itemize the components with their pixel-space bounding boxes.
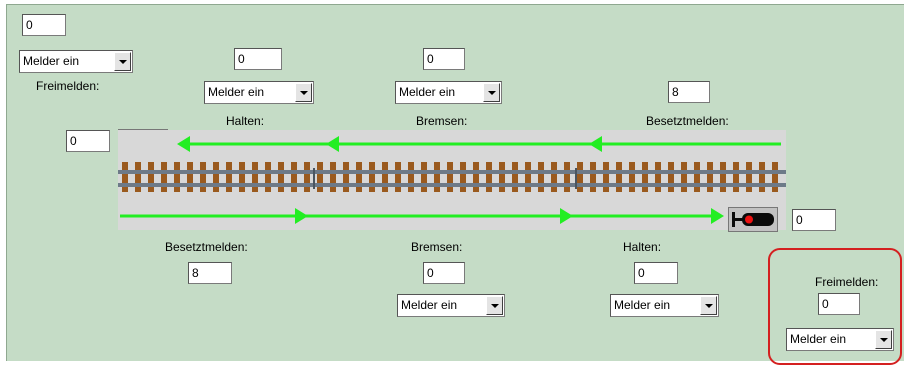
dropdown-arrow-icon[interactable] — [486, 296, 503, 315]
bottom-halten-label: Halten: — [623, 240, 662, 254]
dropdown-arrow-icon[interactable] — [700, 296, 717, 315]
bottom-bremsen-melder-select[interactable]: Melder ein — [397, 294, 505, 317]
bottom-bremsen-label: Bremsen: — [411, 240, 463, 254]
top-bremsen-label: Bremsen: — [416, 114, 468, 128]
bottom-besetztmelden-input[interactable]: 8 — [188, 262, 232, 284]
dropdown-arrow-icon[interactable] — [483, 83, 500, 102]
top-halten-label: Halten: — [226, 114, 265, 128]
select-value: Melder ein — [23, 54, 80, 68]
bottom-halten-input[interactable]: 0 — [634, 262, 678, 284]
signal-right-glyph — [732, 212, 774, 227]
top-left-melder-select[interactable]: Melder ein — [19, 50, 133, 73]
top-halten-melder-select[interactable]: Melder ein — [204, 81, 314, 104]
top-besetztmelden-input[interactable]: 8 — [668, 81, 710, 103]
dropdown-arrow-icon[interactable] — [295, 83, 312, 102]
top-bremsen-melder-select[interactable]: Melder ein — [395, 81, 502, 104]
dropdown-arrow-icon[interactable] — [114, 52, 131, 71]
bottom-right-freimelden-label: Freimelden: — [815, 275, 879, 289]
bottom-bremsen-input[interactable]: 0 — [423, 262, 465, 284]
select-value: Melder ein — [208, 85, 265, 99]
bottom-halten-melder-select[interactable]: Melder ein — [610, 294, 719, 317]
select-value: Melder ein — [614, 298, 671, 312]
right-signal-input[interactable]: 0 — [792, 209, 836, 231]
select-value: Melder ein — [790, 332, 847, 346]
select-value: Melder ein — [401, 298, 458, 312]
track-graphic — [118, 130, 786, 230]
left-signal-input[interactable]: 0 — [66, 130, 110, 152]
top-halten-input[interactable]: 0 — [234, 48, 282, 70]
bottom-right-melder-select[interactable]: Melder ein — [786, 328, 894, 351]
bottom-right-freimelden-input[interactable]: 0 — [818, 293, 860, 315]
signal-right-icon[interactable] — [728, 207, 778, 232]
top-bremsen-input[interactable]: 0 — [423, 48, 465, 70]
dropdown-arrow-icon[interactable] — [875, 330, 892, 349]
top-left-freimelden-label: Freimelden: — [36, 79, 100, 93]
top-besetztmelden-label: Besetztmelden: — [646, 114, 729, 128]
select-value: Melder ein — [399, 85, 456, 99]
bottom-besetztmelden-label: Besetztmelden: — [165, 240, 248, 254]
top-left-freimelden-input[interactable]: 0 — [22, 14, 66, 36]
